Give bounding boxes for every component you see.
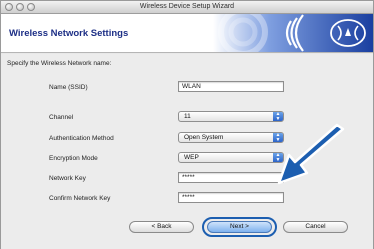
ssid-label: Name (SSID): [49, 84, 88, 91]
back-button[interactable]: < Back: [129, 221, 194, 233]
encryption-label: Encryption Mode: [49, 155, 98, 162]
auth-method-select[interactable]: Open System ▲ ▼: [178, 132, 284, 143]
stepper-arrows-icon: ▲ ▼: [273, 112, 283, 121]
window-title: Wireless Device Setup Wizard: [139, 3, 235, 10]
network-key-label: Network Key: [49, 175, 86, 182]
instruction-text: Specify the Wireless Network name:: [7, 60, 112, 67]
confirm-key-label: Confirm Network Key: [49, 195, 111, 202]
cancel-button[interactable]: Cancel: [283, 221, 348, 233]
setup-wizard-window: Wireless Device Setup Wizard Wireless Ne…: [0, 0, 374, 249]
wireless-waves-icon: [213, 14, 373, 52]
channel-value: 11: [184, 113, 191, 120]
auth-method-value: Open System: [184, 134, 224, 141]
title-bar[interactable]: Wireless Device Setup Wizard: [1, 1, 373, 14]
pointer-arrow-icon: [277, 123, 345, 185]
confirm-key-input[interactable]: *****: [178, 192, 284, 203]
encryption-mode-select[interactable]: WEP ▲ ▼: [178, 152, 284, 163]
channel-select[interactable]: 11 ▲ ▼: [178, 111, 284, 122]
next-button[interactable]: Next >: [207, 221, 272, 233]
network-key-input[interactable]: *****: [178, 172, 284, 183]
page-title: Wireless Network Settings: [9, 28, 129, 39]
encryption-mode-value: WEP: [184, 154, 199, 161]
auth-label: Authentication Method: [49, 135, 114, 142]
channel-label: Channel: [49, 114, 74, 121]
wizard-header: Wireless Network Settings: [1, 14, 373, 53]
ssid-input[interactable]: WLAN: [178, 81, 284, 92]
